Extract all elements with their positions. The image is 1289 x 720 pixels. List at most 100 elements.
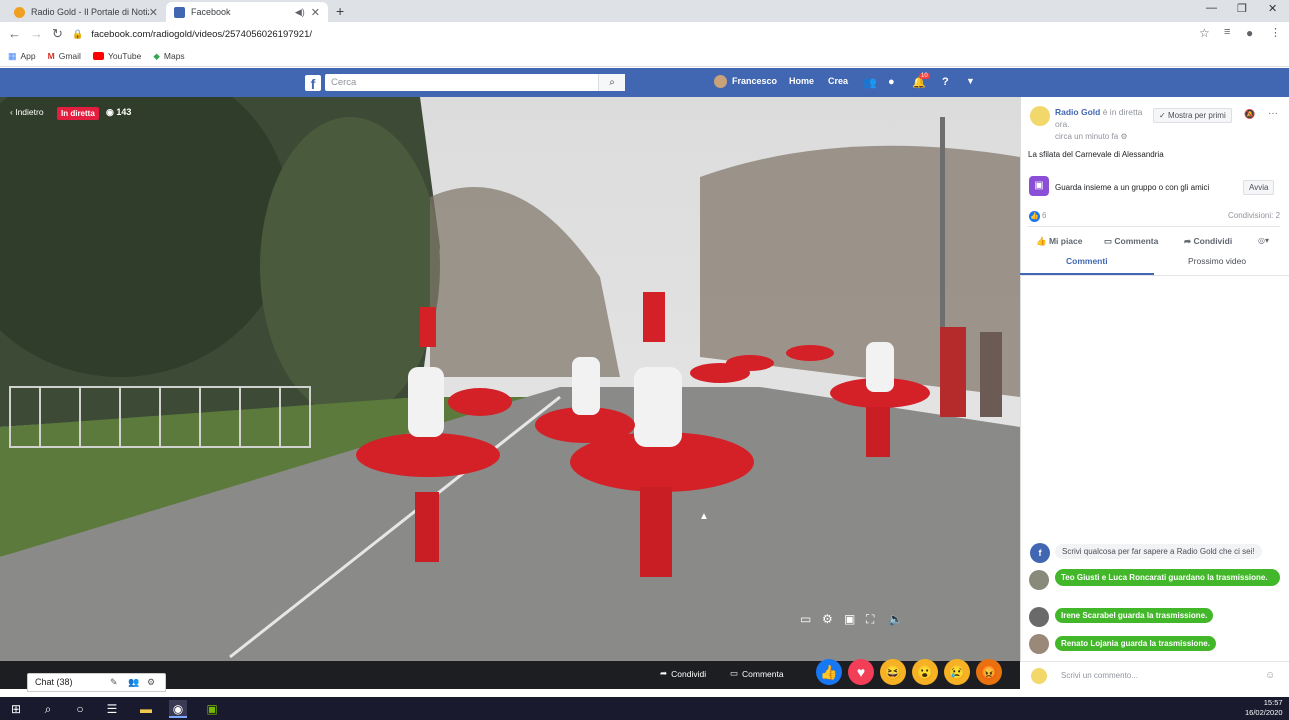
nvidia-icon[interactable]: ▣ (203, 700, 221, 718)
maps-icon: ◆ (153, 50, 160, 61)
cortana-icon[interactable]: ○ (71, 700, 89, 718)
mouse-cursor-icon: ▲ (699, 511, 709, 522)
close-tab-icon[interactable]: ✕ (149, 6, 158, 19)
sad-reaction-icon[interactable]: 😢 (944, 659, 970, 685)
forward-icon[interactable]: → (30, 26, 43, 41)
windows-start-icon[interactable]: ⊞ (7, 700, 25, 718)
close-window-icon[interactable]: ✕ (1268, 2, 1277, 15)
search-icon[interactable]: ⌕ (39, 700, 57, 718)
bookmark-apps[interactable]: ▦ App (8, 51, 36, 62)
love-reaction-icon[interactable]: ♥ (848, 659, 874, 685)
audience-selector-icon[interactable]: ◎▾ (1258, 236, 1269, 245)
new-tab-icon[interactable]: + (336, 3, 344, 19)
comment-bubble: Renato Lojania guarda la trasmissione. (1055, 636, 1216, 651)
picture-in-picture-icon[interactable]: ▭ (800, 612, 811, 626)
create-link[interactable]: Crea (828, 76, 848, 86)
live-badge: In diretta (57, 107, 99, 120)
like-count-icon: 👍 (1029, 211, 1040, 222)
audio-icon[interactable]: ◀) (295, 7, 305, 18)
reload-icon[interactable]: ↻ (52, 26, 63, 42)
notification-badge: 10 (919, 73, 930, 79)
facebook-logo-icon[interactable]: f (305, 75, 321, 92)
comment-action-button[interactable]: ▭ Commenta (1104, 236, 1158, 247)
prompt-bubble: Scrivi qualcosa per far sapere a Radio G… (1055, 544, 1262, 559)
comment-bubble: Irene Scarabel guarda la trasmissione. (1055, 608, 1214, 623)
page-name[interactable]: Radio Gold (1055, 107, 1100, 117)
group-icon[interactable]: 👥 (128, 677, 139, 688)
video-player[interactable] (0, 97, 1020, 689)
bookmark-gmail[interactable]: M Gmail (48, 51, 81, 61)
comment-icon: ▭ (1104, 236, 1115, 246)
fullscreen-icon[interactable]: ⛶ (866, 612, 874, 627)
tab-radiogold[interactable]: Radio Gold - Il Portale di Notizie ✕ (6, 2, 166, 22)
composer-avatar (1031, 668, 1047, 684)
reaction-count[interactable]: 6 (1042, 211, 1046, 220)
back-link[interactable]: ‹ Indietro (10, 107, 44, 117)
comment-input[interactable]: Scrivi un commento... (1055, 668, 1279, 684)
new-message-icon[interactable]: ✎ (110, 677, 118, 688)
thumbs-up-icon: 👍 (1036, 236, 1049, 246)
settings-icon[interactable]: ⚙ (822, 612, 833, 626)
back-icon[interactable]: ← (8, 26, 21, 41)
profile-link[interactable]: Francesco (732, 76, 777, 86)
page-avatar[interactable] (1030, 106, 1050, 126)
emoji-icon[interactable]: ☺ (1265, 670, 1275, 681)
tab-comments[interactable]: Commenti (1066, 256, 1108, 266)
wow-reaction-icon[interactable]: 😮 (912, 659, 938, 685)
avatar[interactable] (1029, 607, 1049, 627)
maximize-icon[interactable]: ❐ (1237, 2, 1247, 15)
messenger-icon[interactable]: ● (888, 76, 895, 88)
account-menu-icon[interactable]: ▼ (966, 76, 975, 86)
help-icon[interactable]: ? (942, 76, 949, 88)
url-field[interactable]: 🔒 facebook.com/radiogold/videos/25740560… (72, 25, 1212, 43)
avatar[interactable] (714, 75, 727, 88)
media-control-icon[interactable]: ≡ (1224, 26, 1230, 38)
like-reaction-icon[interactable]: 👍 (816, 659, 842, 685)
notification-toggle-icon[interactable]: 🔕 (1244, 109, 1255, 120)
post-header: Radio Gold è in diretta ora. (1055, 107, 1143, 129)
search-icon[interactable]: ⌕ (598, 74, 625, 91)
comment-icon: ▭ (730, 668, 739, 678)
chat-settings-icon[interactable]: ⚙ (147, 677, 155, 688)
close-tab-icon[interactable]: ✕ (311, 6, 320, 19)
avatar[interactable] (1029, 634, 1049, 654)
share-count[interactable]: Condivisioni: 2 (1228, 211, 1280, 220)
eye-icon: ◉ (106, 107, 117, 117)
haha-reaction-icon[interactable]: 😆 (880, 659, 906, 685)
lock-icon: 🔒 (72, 28, 84, 39)
system-clock[interactable]: 15:57 16/02/2020 (1245, 698, 1283, 718)
angry-reaction-icon[interactable]: 😡 (976, 659, 1002, 685)
minimize-icon[interactable]: — (1206, 2, 1217, 14)
share-button[interactable]: ➦ Condividi (660, 668, 706, 679)
friends-icon[interactable]: 👥 (863, 76, 877, 89)
share-action-button[interactable]: ➦ Condividi (1184, 236, 1232, 247)
comment-bubble: Teo Giusti e Luca Roncarati guardano la … (1055, 569, 1280, 586)
theater-mode-icon[interactable]: ▣ (844, 612, 855, 626)
tab-next-video[interactable]: Prossimo video (1188, 256, 1246, 266)
tab-facebook[interactable]: Facebook ◀) ✕ (166, 2, 328, 22)
follow-button[interactable]: ✓ Mostra per primi (1153, 108, 1232, 123)
volume-icon[interactable]: 🔈 (888, 612, 903, 626)
more-options-icon[interactable]: ··· (1268, 108, 1278, 119)
comment-button[interactable]: ▭ Commenta (730, 668, 784, 679)
avatar[interactable] (1029, 570, 1049, 590)
file-explorer-icon[interactable]: ▬ (137, 700, 155, 718)
like-button[interactable]: 👍 Mi piace (1036, 236, 1083, 247)
bookmark-youtube[interactable]: YouTube (92, 51, 141, 61)
chrome-icon[interactable]: ◉ (169, 700, 187, 718)
menu-icon[interactable]: ⋮ (1270, 26, 1281, 39)
bookmark-maps[interactable]: ◆ Maps (153, 51, 184, 62)
chat-button[interactable]: Chat (38) (27, 673, 166, 692)
viewer-count: ◉ 143 (106, 107, 132, 117)
radiogold-favicon-icon (14, 6, 25, 18)
home-link[interactable]: Home (789, 76, 814, 86)
profile-icon[interactable]: ● (1246, 26, 1253, 40)
star-icon[interactable]: ☆ (1199, 26, 1210, 40)
task-view-icon[interactable]: ☰ (103, 700, 121, 718)
divider (1028, 226, 1280, 227)
watch-party-icon: ▣ (1029, 176, 1049, 196)
facebook-favicon-icon (174, 6, 185, 18)
search-input[interactable]: Cerca (325, 74, 625, 91)
start-watch-party-button[interactable]: Avvia (1243, 180, 1275, 195)
youtube-icon (92, 52, 104, 60)
